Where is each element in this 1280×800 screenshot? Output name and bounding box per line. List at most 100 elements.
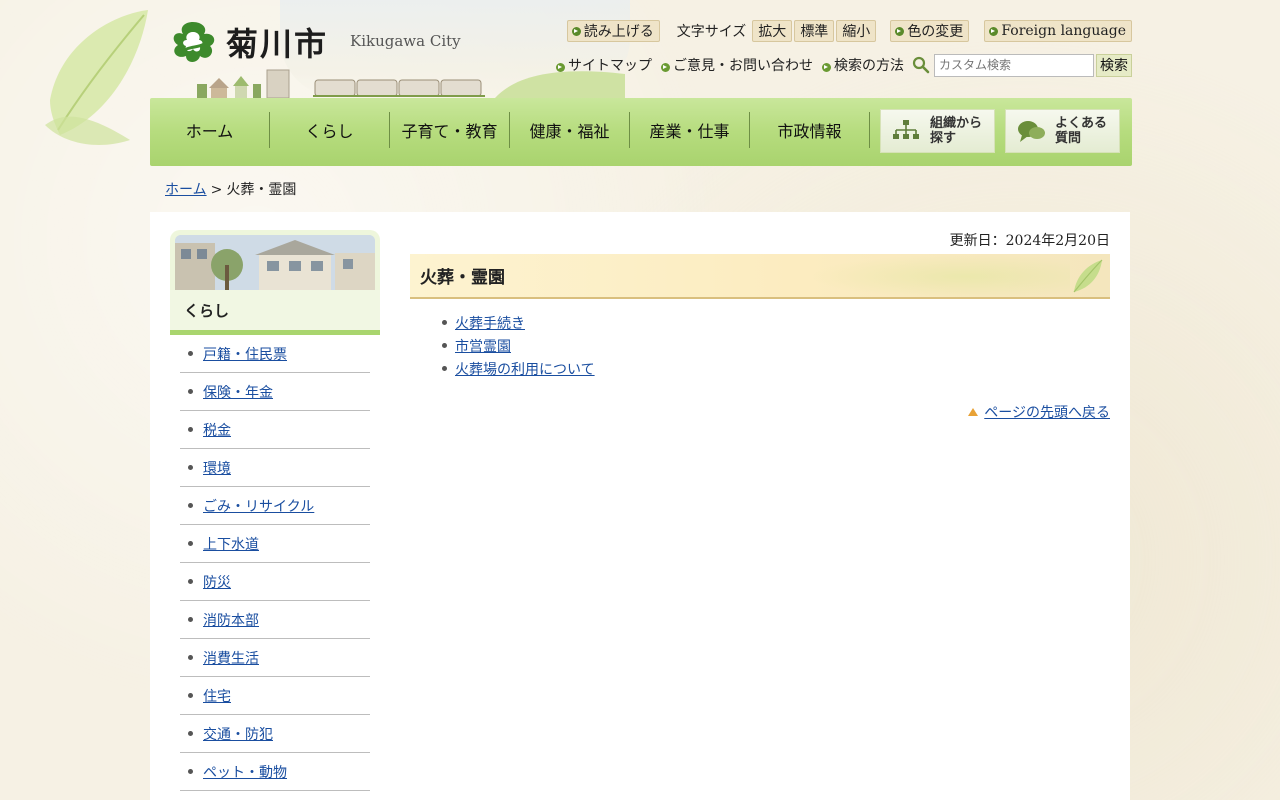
- nav-childcare-education[interactable]: 子育て・教育: [390, 112, 510, 148]
- arrow-bullet-icon: [895, 26, 905, 36]
- side-nav-list: 戸籍・住民票 保険・年金 税金 環境 ごみ・リサイクル 上下水道 防災 消防本部…: [180, 335, 370, 791]
- arrow-bullet-icon: [661, 62, 670, 72]
- link-municipal-cemetery[interactable]: 市営霊園: [455, 336, 511, 356]
- side-nav-item: 環境: [180, 449, 370, 487]
- nav-health-welfare[interactable]: 健康・福祉: [510, 112, 630, 148]
- breadcrumb-separator: >: [210, 182, 223, 198]
- arrow-bullet-icon: [822, 62, 831, 72]
- bullet-icon: [188, 465, 193, 470]
- logo-english: Kikugawa City: [350, 32, 461, 50]
- side-link-housing[interactable]: 住宅: [203, 686, 231, 706]
- side-link-traffic-crime[interactable]: 交通・防犯: [203, 724, 273, 744]
- faq-label: よくある 質問: [1055, 116, 1107, 146]
- search-input[interactable]: [934, 53, 1094, 77]
- side-nav-item: ペット・動物: [180, 753, 370, 791]
- foreign-language-label: Foreign language: [1001, 23, 1126, 39]
- updated-date: 更新日：2024年2月20日: [949, 233, 1110, 249]
- feedback-link[interactable]: ご意見・お問い合わせ: [661, 55, 813, 75]
- search-button[interactable]: 検索: [1096, 53, 1132, 77]
- leaf-icon: [1073, 259, 1103, 293]
- bullet-icon: [442, 366, 447, 371]
- search-method-link[interactable]: 検索の方法: [822, 55, 904, 75]
- nav-home[interactable]: ホーム: [150, 112, 270, 148]
- list-item: 火葬場の利用について: [442, 357, 1110, 380]
- font-size-standard-button[interactable]: 標準: [794, 20, 835, 42]
- nav-city-government[interactable]: 市政情報: [750, 112, 870, 148]
- arrow-bullet-icon: [556, 62, 565, 72]
- bullet-icon: [188, 351, 193, 356]
- bullet-icon: [188, 541, 193, 546]
- bullet-icon: [188, 769, 193, 774]
- bullet-icon: [188, 693, 193, 698]
- global-nav: ホーム くらし 子育て・教育 健康・福祉 産業・仕事 市政情報 組織から 探す …: [150, 98, 1132, 166]
- up-triangle-icon: [968, 408, 979, 416]
- breadcrumb-current: 火葬・霊園: [226, 182, 297, 198]
- decorative-leaf-illustration: [45, 10, 148, 145]
- breadcrumb: ホーム > 火葬・霊園: [165, 179, 296, 199]
- side-nav: くらし 戸籍・住民票 保険・年金 税金 環境 ごみ・リサイクル 上下水道 防災 …: [170, 230, 380, 791]
- breadcrumb-home[interactable]: ホーム: [165, 182, 207, 198]
- page-title: 火葬・霊園: [410, 254, 1110, 299]
- side-link-pets-animals[interactable]: ペット・動物: [203, 762, 287, 782]
- color-change-button[interactable]: 色の変更: [890, 20, 970, 42]
- side-nav-item: ごみ・リサイクル: [180, 487, 370, 525]
- side-link-garbage-recycling[interactable]: ごみ・リサイクル: [203, 496, 314, 516]
- title-decoration: [810, 254, 1070, 297]
- side-link-water-sewer[interactable]: 上下水道: [203, 534, 259, 554]
- read-aloud-button[interactable]: 読み上げる: [566, 20, 660, 42]
- side-nav-item: 戸籍・住民票: [180, 335, 370, 373]
- foreign-language-button[interactable]: Foreign language: [984, 20, 1132, 42]
- feedback-label: ご意見・お問い合わせ: [673, 58, 813, 74]
- bullet-icon: [188, 655, 193, 660]
- bullet-icon: [442, 343, 447, 348]
- org-search-button[interactable]: 組織から 探す: [880, 109, 995, 153]
- site-logo[interactable]: 菊川市: [168, 18, 328, 66]
- bullet-icon: [188, 579, 193, 584]
- nav-industry-work[interactable]: 産業・仕事: [630, 112, 750, 148]
- read-aloud-label: 読み上げる: [583, 24, 654, 40]
- faq-button[interactable]: よくある 質問: [1005, 109, 1120, 153]
- side-nav-item: 税金: [180, 411, 370, 449]
- utility-row-top: 読み上げる 文字サイズ 拡大 標準 縮小 色の変更 Foreign langua…: [566, 20, 1132, 42]
- search-method-label: 検索の方法: [834, 58, 904, 74]
- side-nav-item: 防災: [180, 563, 370, 601]
- link-crematorium-use[interactable]: 火葬場の利用について: [455, 359, 595, 379]
- faq-line-1: よくある: [1055, 116, 1108, 131]
- font-size-label: 文字サイズ: [676, 24, 747, 40]
- speech-bubbles-icon: [1018, 121, 1045, 142]
- main-content: 更新日：2024年2月20日 火葬・霊園 火葬手続き 市営霊園 火葬場の利用につ…: [410, 230, 1110, 422]
- side-nav-item: 消費生活: [180, 639, 370, 677]
- nav-living[interactable]: くらし: [270, 112, 390, 148]
- side-nav-item: 交通・防犯: [180, 715, 370, 753]
- bullet-icon: [188, 617, 193, 622]
- side-nav-header: くらし: [170, 230, 380, 335]
- page-top-area: ページの先頭へ戻る: [410, 402, 1110, 422]
- side-link-family-register[interactable]: 戸籍・住民票: [203, 344, 287, 364]
- font-size-smaller-button[interactable]: 縮小: [836, 20, 877, 42]
- page-top-link[interactable]: ページの先頭へ戻る: [984, 405, 1110, 421]
- side-nav-item: 保険・年金: [180, 373, 370, 411]
- side-nav-item: 住宅: [180, 677, 370, 715]
- arrow-bullet-icon: [989, 26, 999, 36]
- list-item: 火葬手続き: [442, 311, 1110, 334]
- side-link-disaster-prevention[interactable]: 防災: [203, 572, 231, 592]
- org-search-line-1: 組織から: [930, 116, 983, 131]
- sitemap-link[interactable]: サイトマップ: [556, 55, 652, 75]
- side-link-taxes[interactable]: 税金: [203, 420, 231, 440]
- bullet-icon: [188, 427, 193, 432]
- side-nav-title: くらし: [170, 290, 380, 330]
- side-link-fire-department[interactable]: 消防本部: [203, 610, 259, 630]
- side-nav-item: 上下水道: [180, 525, 370, 563]
- side-link-environment[interactable]: 環境: [203, 458, 231, 478]
- arrow-bullet-icon: [571, 26, 581, 36]
- content-area: くらし 戸籍・住民票 保険・年金 税金 環境 ごみ・リサイクル 上下水道 防災 …: [150, 212, 1130, 800]
- org-search-line-2: 探す: [930, 131, 957, 146]
- logo-text: 菊川市: [226, 25, 329, 63]
- side-link-consumer-life[interactable]: 消費生活: [203, 648, 259, 668]
- sitemap-label: サイトマップ: [568, 58, 652, 74]
- site-header: 菊川市 Kikugawa City 読み上げる 文字サイズ 拡大 標準 縮小 色…: [150, 0, 1132, 98]
- side-link-insurance-pension[interactable]: 保険・年金: [203, 382, 273, 402]
- org-search-label: 組織から 探す: [930, 116, 982, 146]
- link-cremation-procedures[interactable]: 火葬手続き: [455, 313, 525, 333]
- font-size-larger-button[interactable]: 拡大: [752, 20, 793, 42]
